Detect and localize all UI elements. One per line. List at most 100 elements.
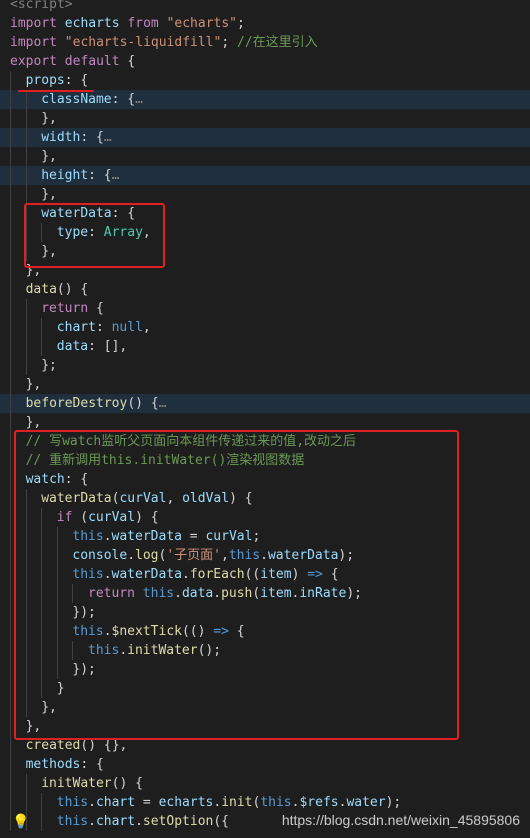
code-line[interactable]: import "echarts-liquidfill"; //在这里引入 [0,33,530,52]
code-token: }, [41,187,57,202]
code-text: height: {… [41,166,119,185]
code-token: chart [56,320,96,335]
indent-guide [10,774,11,793]
code-text: this.chart = echarts.init(this.$refs.wat… [57,793,401,812]
code-line[interactable]: return { [0,299,530,318]
indent-guide [10,546,11,565]
fold-ellipsis-icon[interactable]: … [159,396,167,411]
indent-guide [41,793,43,812]
code-text: className: {… [41,90,143,109]
code-token: init [221,795,253,810]
code-token: : { [80,757,104,772]
code-token: }, [25,377,42,392]
fold-ellipsis-icon[interactable]: … [104,130,112,145]
indent-guide [10,812,11,831]
code-text: }, [41,109,57,128]
code-text: beforeDestroy() {… [26,394,167,413]
indent-guide [10,470,11,489]
code-line[interactable]: }, [0,109,530,128]
code-token: beforeDestroy [25,396,128,411]
indent-guide [10,261,11,280]
code-line[interactable]: }, [0,375,530,394]
code-token: }, [41,149,57,164]
props-underline-annotation [18,90,94,92]
indent-guide [10,71,11,90]
code-token: props [25,73,65,88]
indent-guide [10,603,11,622]
waterdata-prop-annotation-box [24,203,165,268]
indent-guide [25,128,27,147]
code-token: }, [25,415,42,430]
code-token: import [10,35,57,50]
code-token: setOption [142,814,214,829]
indent-guide [10,622,11,641]
code-line[interactable]: width: {… [0,128,530,147]
code-token: : [], [88,339,128,354]
code-line[interactable]: <script> [0,0,530,14]
fold-ellipsis-icon[interactable]: … [112,168,120,183]
code-line[interactable]: }; [0,356,530,375]
indent-guide [10,413,11,432]
indent-guide [10,242,11,261]
indent-guide [10,90,11,109]
code-token: echarts [158,795,214,810]
code-line[interactable]: chart: null, [0,318,530,337]
indent-guide [10,318,11,337]
code-token: ; [221,35,237,50]
code-token: data [56,339,89,354]
code-token: = [135,795,159,810]
indent-guide [10,223,11,242]
indent-guide [25,299,27,318]
code-line[interactable]: }, [0,147,530,166]
indent-guide [10,793,11,812]
indent-guide [25,337,27,356]
code-token: from [127,16,159,31]
indent-guide [25,356,27,375]
indent-guide [25,147,27,166]
code-token: this [56,814,89,829]
code-token: created [25,738,81,753]
code-token: chart [95,795,136,810]
code-token: import [10,16,57,31]
indent-guide [10,394,11,413]
fold-ellipsis-icon[interactable]: … [135,92,143,107]
indent-guide [10,717,11,736]
code-line[interactable]: className: {… [0,90,530,109]
code-line[interactable]: this.chart = echarts.init(this.$refs.wat… [0,793,530,812]
code-line[interactable]: }, [0,185,530,204]
indent-guide [10,565,11,584]
code-token: . [213,795,222,810]
code-token: default [64,54,120,69]
code-token: }, [41,111,57,126]
code-token: this [56,795,89,810]
indent-guide [25,793,27,812]
code-line[interactable]: export default { [0,52,530,71]
indent-guide [25,774,27,793]
indent-guide [10,299,11,318]
indent-guide [10,280,11,299]
code-line[interactable]: data() { [0,280,530,299]
code-line[interactable]: data: [], [0,337,530,356]
indent-guide [10,147,11,166]
code-line[interactable]: height: {… [0,166,530,185]
code-token: "echarts-liquidfill" [64,35,222,50]
indent-guide [10,660,11,679]
indent-guide [41,812,43,831]
code-token: , [142,320,151,335]
code-token: null [111,320,143,335]
code-line[interactable]: import echarts from "echarts"; [0,14,530,33]
code-text: initWater() { [41,774,143,793]
code-token: <script> [10,0,73,12]
code-line[interactable]: beforeDestroy() {… [0,394,530,413]
code-token: //在这里引入 [237,35,318,50]
code-line[interactable]: initWater() { [0,774,530,793]
code-token: className [41,92,112,107]
indent-guide [10,755,11,774]
code-line[interactable]: methods: { [0,755,530,774]
code-token: export [10,54,57,69]
lightbulb-icon[interactable]: 💡 [12,813,29,832]
code-token: echarts [56,16,128,31]
code-line[interactable]: props: { [0,71,530,90]
